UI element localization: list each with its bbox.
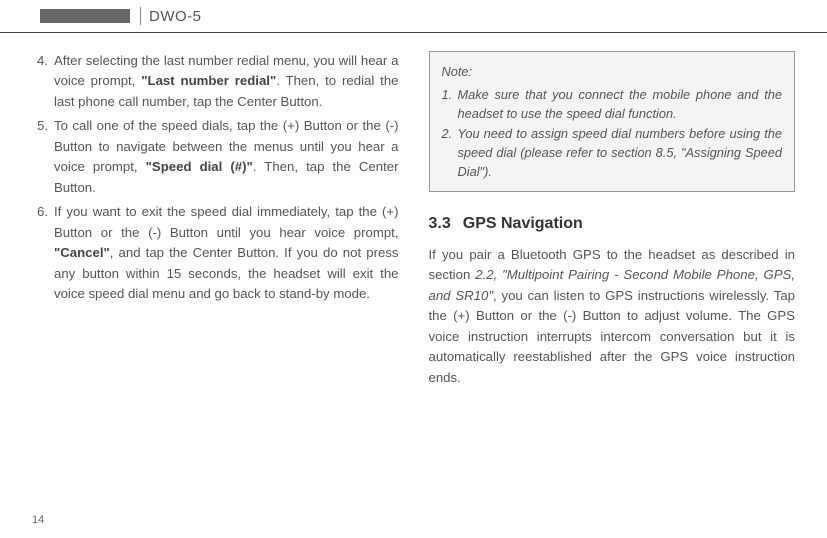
bold-text: "Speed dial (#)" [146, 159, 253, 174]
text: If you want to exit the speed dial immed… [54, 204, 399, 239]
left-column: 4. After selecting the last number redia… [32, 51, 399, 388]
list-number: 5. [32, 116, 54, 198]
note-item: 1. Make sure that you connect the mobile… [442, 85, 783, 123]
section-heading: 3.3 GPS Navigation [429, 212, 796, 237]
note-box: Note: 1. Make sure that you connect the … [429, 51, 796, 192]
right-column: Note: 1. Make sure that you connect the … [429, 51, 796, 388]
page-header: DWO-5 [0, 0, 827, 32]
bold-text: "Cancel" [54, 245, 110, 260]
list-number: 4. [32, 51, 54, 112]
note-number: 1. [442, 85, 458, 123]
note-title: Note: [442, 62, 783, 81]
list-body: To call one of the speed dials, tap the … [54, 116, 399, 198]
list-item: 5. To call one of the speed dials, tap t… [32, 116, 399, 198]
section-title-text: GPS Navigation [463, 215, 583, 232]
note-text: Make sure that you connect the mobile ph… [458, 85, 783, 123]
list-body: After selecting the last number redial m… [54, 51, 399, 112]
list-item: 4. After selecting the last number redia… [32, 51, 399, 112]
section-body: If you pair a Bluetooth GPS to the heads… [429, 245, 796, 388]
header-divider [140, 7, 141, 25]
list-body: If you want to exit the speed dial immed… [54, 202, 399, 304]
section-number: 3.3 [429, 212, 451, 237]
note-item: 2. You need to assign speed dial numbers… [442, 124, 783, 182]
logo-placeholder [40, 9, 130, 23]
list-number: 6. [32, 202, 54, 304]
list-item: 6. If you want to exit the speed dial im… [32, 202, 399, 304]
bold-text: "Last number redial" [141, 73, 276, 88]
note-number: 2. [442, 124, 458, 182]
note-text: You need to assign speed dial numbers be… [458, 124, 783, 182]
page-number: 14 [32, 514, 44, 526]
content-area: 4. After selecting the last number redia… [0, 33, 827, 388]
model-label: DWO-5 [149, 8, 202, 25]
